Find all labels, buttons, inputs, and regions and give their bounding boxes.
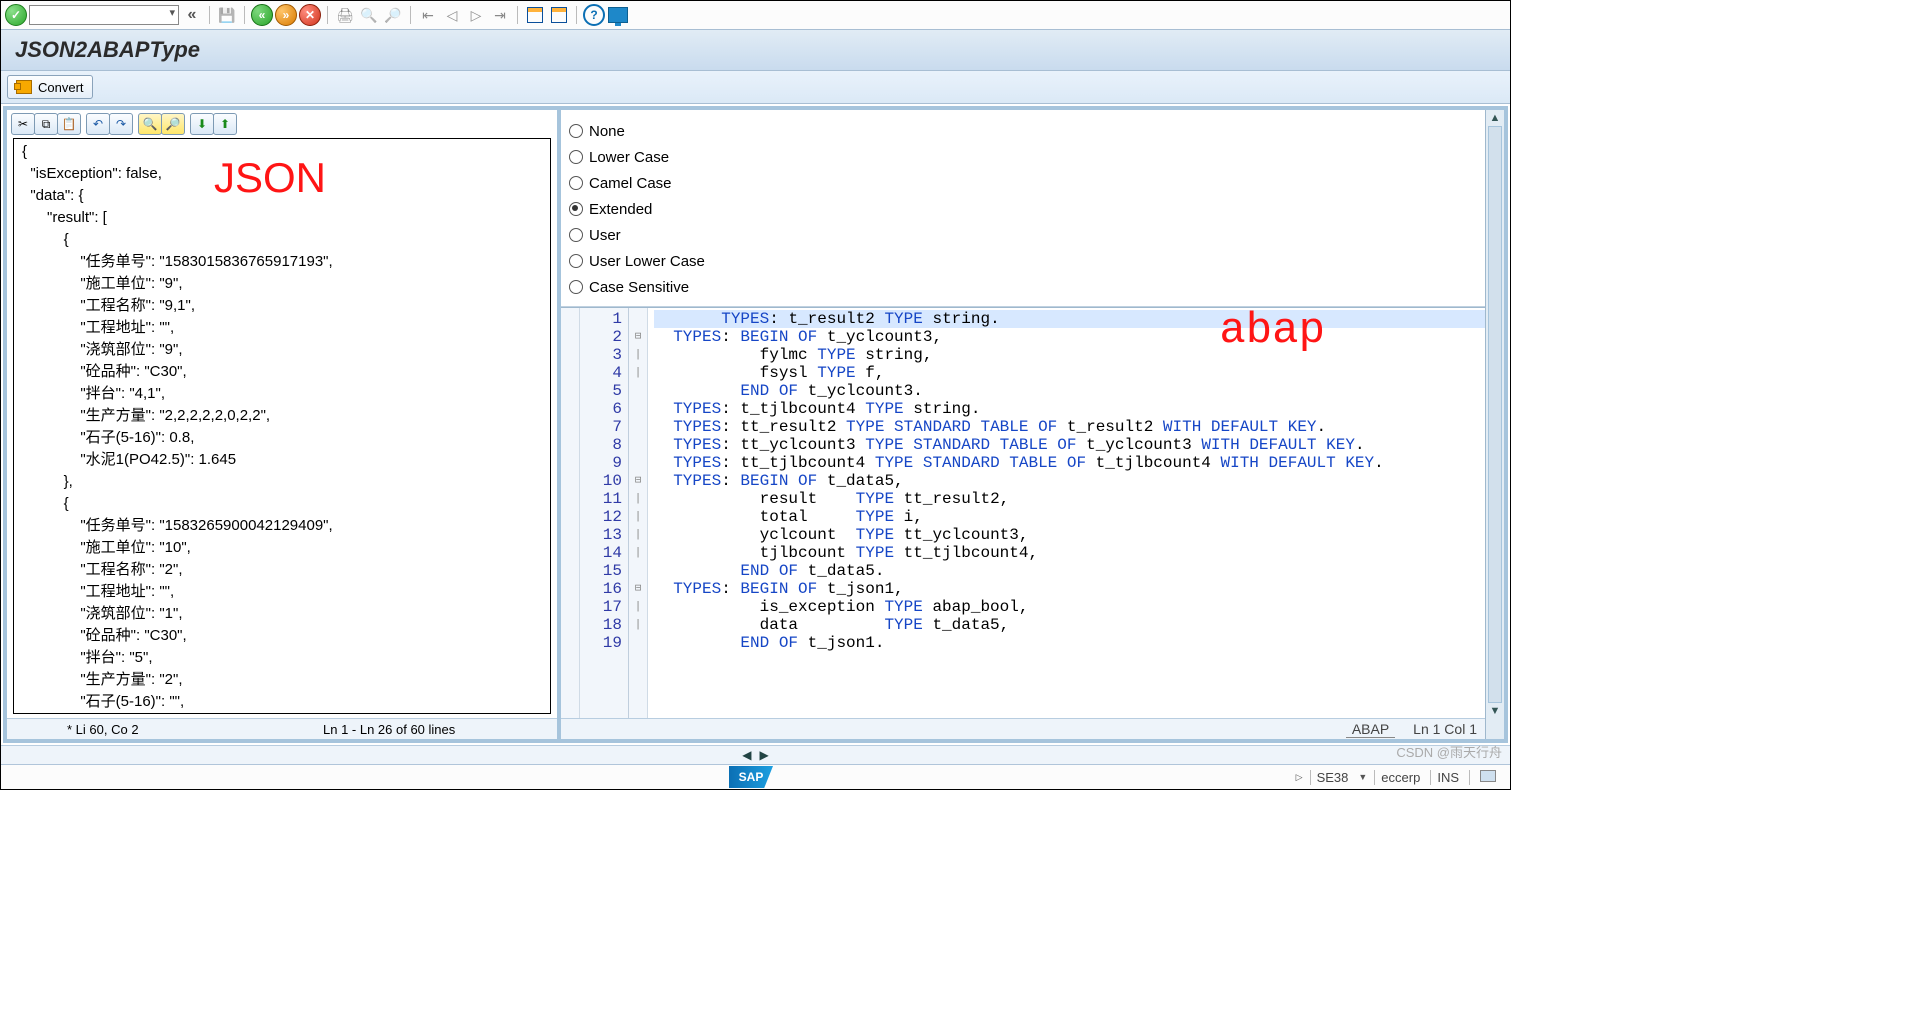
find-icon[interactable]: 🔍	[358, 4, 380, 26]
radio-icon[interactable]	[569, 124, 583, 138]
status-disclosure-icon[interactable]: ▷	[1296, 772, 1303, 783]
case-option-label: Extended	[589, 201, 652, 218]
last-page-icon[interactable]: ⇥	[489, 4, 511, 26]
case-option[interactable]: Case Sensitive	[569, 274, 1477, 300]
find-next-button[interactable]: 🔎	[161, 113, 185, 135]
cut-button[interactable]: ✂	[11, 113, 35, 135]
split-container: ✂ ⧉ 📋 ↶ ↷ 🔍 🔎 ⬇ ⬆ { "isException": false…	[3, 106, 1508, 743]
vertical-scrollbar[interactable]: ▲ ▼	[1485, 110, 1504, 739]
main-toolbar: ✓ « 💾 « » ✕ 🖨 🔍 🔎 ⇤ ◁ ▷ ⇥ ?	[1, 1, 1510, 29]
splitter-right-icon[interactable]: ▶	[760, 748, 769, 762]
copy-button[interactable]: ⧉	[34, 113, 58, 135]
status-right: ▷ SE38 ▼ eccerp INS	[1296, 770, 1502, 785]
insert-mode-label: INS	[1430, 770, 1465, 785]
app-window: ✓ « 💾 « » ✕ 🖨 🔍 🔎 ⇤ ◁ ▷ ⇥ ? JSON2ABAPTyp…	[0, 0, 1511, 790]
tcode-label: SE38	[1310, 770, 1355, 785]
radio-icon[interactable]	[569, 202, 583, 216]
json-text-area[interactable]: { "isException": false, "data": { "resul…	[13, 138, 551, 714]
import-button[interactable]: ⬇	[190, 113, 214, 135]
find-next-icon[interactable]: 🔎	[382, 4, 404, 26]
abap-code-editor[interactable]: 12345678910111213141516171819 ⊟||⊟||||⊟|…	[561, 307, 1485, 718]
json-status-bar: * Li 60, Co 2 Ln 1 - Ln 26 of 60 lines	[7, 718, 557, 739]
find-button[interactable]: 🔍	[138, 113, 162, 135]
export-button[interactable]: ⬆	[213, 113, 237, 135]
case-options-group: None Lower Case Camel Case Extended User User…	[561, 110, 1485, 307]
case-option[interactable]: Extended	[569, 196, 1477, 222]
radio-icon[interactable]	[569, 280, 583, 294]
splitter-left-icon[interactable]: ◀	[742, 748, 751, 762]
case-option[interactable]: Lower Case	[569, 144, 1477, 170]
radio-icon[interactable]	[569, 150, 583, 164]
print-icon[interactable]: 🖨	[334, 4, 356, 26]
scroll-up-icon[interactable]: ▲	[1490, 112, 1501, 124]
linenumber-column: 12345678910111213141516171819	[580, 308, 629, 718]
cursor-indicator: Ln 1 Col 1	[1413, 721, 1477, 737]
case-option-label: User	[589, 227, 621, 244]
global-status-bar: SAP ▷ SE38 ▼ eccerp INS	[1, 764, 1510, 789]
paste-button[interactable]: 📋	[57, 113, 81, 135]
gui-settings-icon[interactable]	[607, 4, 629, 26]
json-editor-pane: ✂ ⧉ 📋 ↶ ↷ 🔍 🔎 ⬇ ⬆ { "isException": false…	[7, 110, 561, 739]
radio-icon[interactable]	[569, 176, 583, 190]
json-editor-toolbar: ✂ ⧉ 📋 ↶ ↷ 🔍 🔎 ⬇ ⬆	[7, 110, 557, 138]
case-option[interactable]: User	[569, 222, 1477, 248]
redo-button[interactable]: ↷	[109, 113, 133, 135]
nav-up-button[interactable]: »	[275, 4, 297, 26]
back-chevrons-icon[interactable]: «	[181, 4, 203, 26]
convert-button[interactable]: Convert	[7, 75, 93, 99]
page-title: JSON2ABAPType	[15, 37, 200, 63]
case-option[interactable]: User Lower Case	[569, 248, 1477, 274]
language-indicator: ABAP	[1346, 721, 1395, 738]
json-overlay-label: JSON	[214, 167, 326, 189]
abap-status-bar: ABAP Ln 1 Col 1	[561, 718, 1485, 739]
case-option-label: Case Sensitive	[589, 279, 689, 296]
marker-column	[561, 308, 580, 718]
system-label: eccerp	[1374, 770, 1426, 785]
first-page-icon[interactable]: ⇤	[417, 4, 439, 26]
sap-logo: SAP	[729, 766, 773, 788]
cursor-position-label: * Li 60, Co 2	[67, 722, 139, 737]
undo-button[interactable]: ↶	[86, 113, 110, 135]
case-option[interactable]: None	[569, 118, 1477, 144]
case-option-label: Camel Case	[589, 175, 672, 192]
watermark-label: CSDN @雨天行舟	[1396, 742, 1502, 761]
abap-overlay-label: abap	[1219, 322, 1325, 340]
ok-button[interactable]: ✓	[5, 4, 27, 26]
new-session-icon[interactable]	[524, 4, 546, 26]
nav-back-button[interactable]: «	[251, 4, 273, 26]
convert-button-label: Convert	[38, 80, 84, 95]
case-option-label: User Lower Case	[589, 253, 705, 270]
title-band: JSON2ABAPType	[1, 29, 1510, 71]
nav-cancel-button[interactable]: ✕	[299, 4, 321, 26]
line-range-label: Ln 1 - Ln 26 of 60 lines	[323, 722, 455, 737]
code-content[interactable]: TYPES: t_result2 TYPE string. TYPES: BEG…	[648, 308, 1485, 718]
save-icon[interactable]: 💾	[216, 4, 238, 26]
command-field[interactable]	[29, 5, 179, 25]
radio-icon[interactable]	[569, 228, 583, 242]
case-option[interactable]: Camel Case	[569, 170, 1477, 196]
app-toolbar: Convert	[1, 71, 1510, 104]
next-page-icon[interactable]: ▷	[465, 4, 487, 26]
abap-output-pane: None Lower Case Camel Case Extended User User…	[561, 110, 1504, 739]
case-option-label: Lower Case	[589, 149, 669, 166]
layout-icon[interactable]	[548, 4, 570, 26]
splitter-footer: ◀ ▶	[1, 745, 1510, 764]
tray-icon[interactable]	[1480, 770, 1496, 782]
radio-icon[interactable]	[569, 254, 583, 268]
convert-icon	[16, 80, 32, 94]
fold-column[interactable]: ⊟||⊟||||⊟||	[629, 308, 648, 718]
prev-page-icon[interactable]: ◁	[441, 4, 463, 26]
scroll-down-icon[interactable]: ▼	[1490, 705, 1501, 717]
help-icon[interactable]: ?	[583, 4, 605, 26]
scroll-track[interactable]	[1488, 126, 1502, 703]
case-option-label: None	[589, 123, 625, 140]
